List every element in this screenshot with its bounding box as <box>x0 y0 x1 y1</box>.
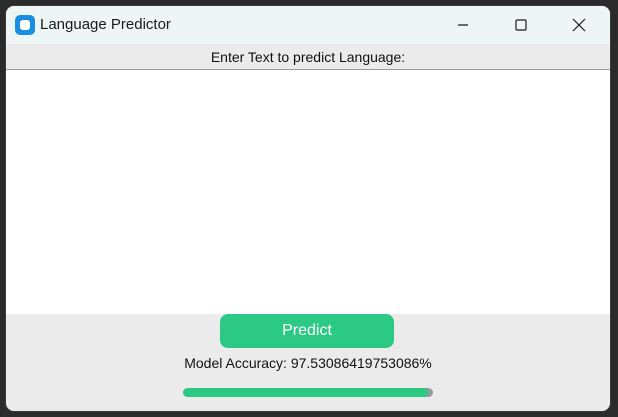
app-window: Language Predictor Enter Text to predict… <box>6 6 610 411</box>
title-bar[interactable]: Language Predictor <box>6 6 610 44</box>
language-text-input[interactable] <box>6 70 610 314</box>
minimize-button[interactable] <box>440 6 486 44</box>
window-title: Language Predictor <box>40 16 171 33</box>
maximize-button[interactable] <box>498 6 544 44</box>
accuracy-row: Model Accuracy: 97.53086419753086% <box>6 354 610 373</box>
maximize-icon <box>515 19 527 31</box>
close-icon <box>572 18 586 32</box>
app-icon <box>15 15 35 35</box>
close-button[interactable] <box>556 6 602 44</box>
accuracy-progress-bar <box>183 388 433 397</box>
prompt-label: Enter Text to predict Language: <box>210 49 406 65</box>
accuracy-progress-fill <box>183 388 428 397</box>
model-accuracy-label: Model Accuracy: 97.53086419753086% <box>184 355 432 371</box>
prompt-bar: Enter Text to predict Language: <box>6 44 610 70</box>
predict-button[interactable]: Predict <box>220 314 394 348</box>
minimize-icon <box>458 24 468 26</box>
